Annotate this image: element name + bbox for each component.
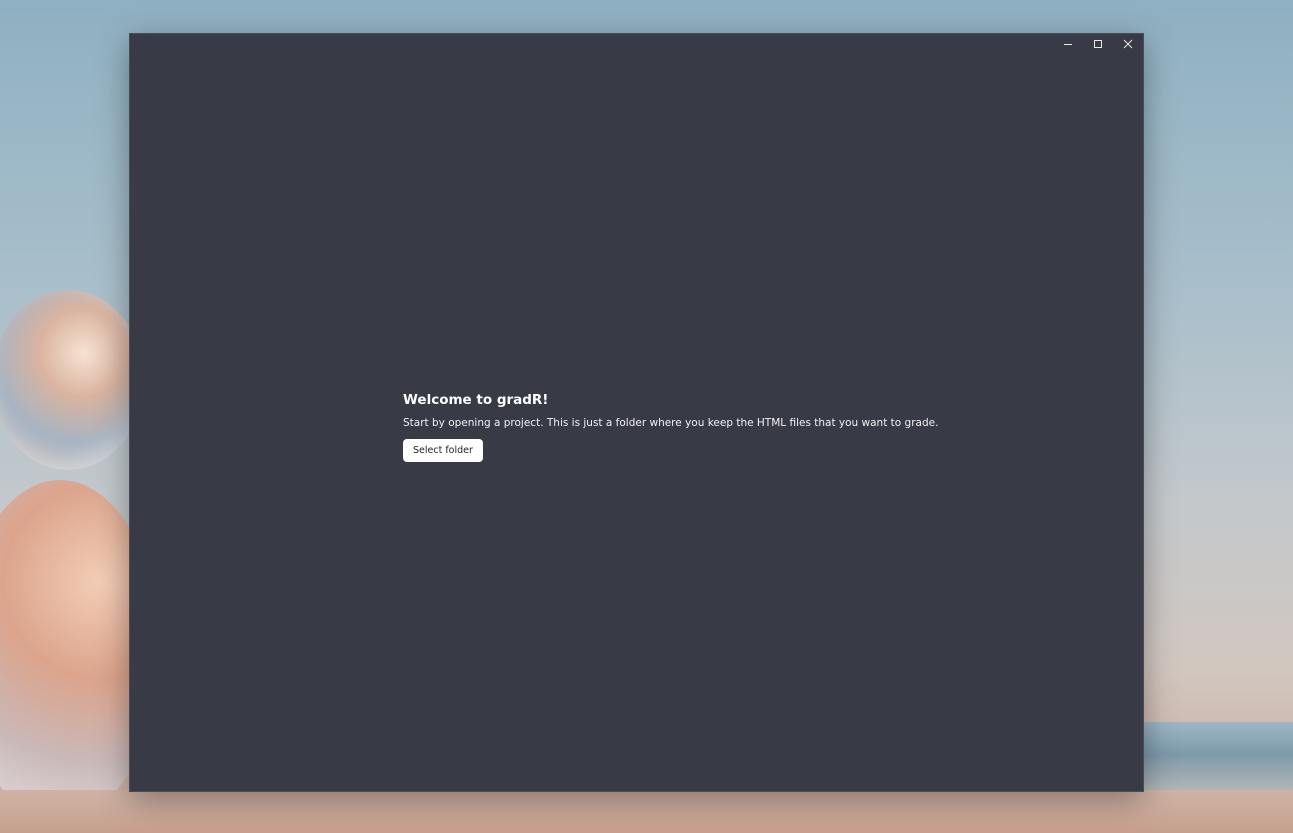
minimize-button[interactable] (1053, 34, 1083, 54)
welcome-panel: Welcome to gradR! Start by opening a pro… (403, 392, 938, 462)
app-window: Welcome to gradR! Start by opening a pro… (129, 33, 1144, 792)
close-icon (1123, 39, 1133, 49)
window-controls (1053, 34, 1143, 54)
welcome-title: Welcome to gradR! (403, 392, 549, 408)
maximize-icon (1093, 39, 1103, 49)
select-folder-button[interactable]: Select folder (403, 439, 483, 462)
wallpaper-sand (0, 790, 1293, 833)
maximize-button[interactable] (1083, 34, 1113, 54)
close-button[interactable] (1113, 34, 1143, 54)
minimize-icon (1063, 39, 1073, 49)
wallpaper-orb (0, 290, 144, 470)
wallpaper-sea (1140, 722, 1293, 794)
welcome-description: Start by opening a project. This is just… (403, 417, 939, 429)
